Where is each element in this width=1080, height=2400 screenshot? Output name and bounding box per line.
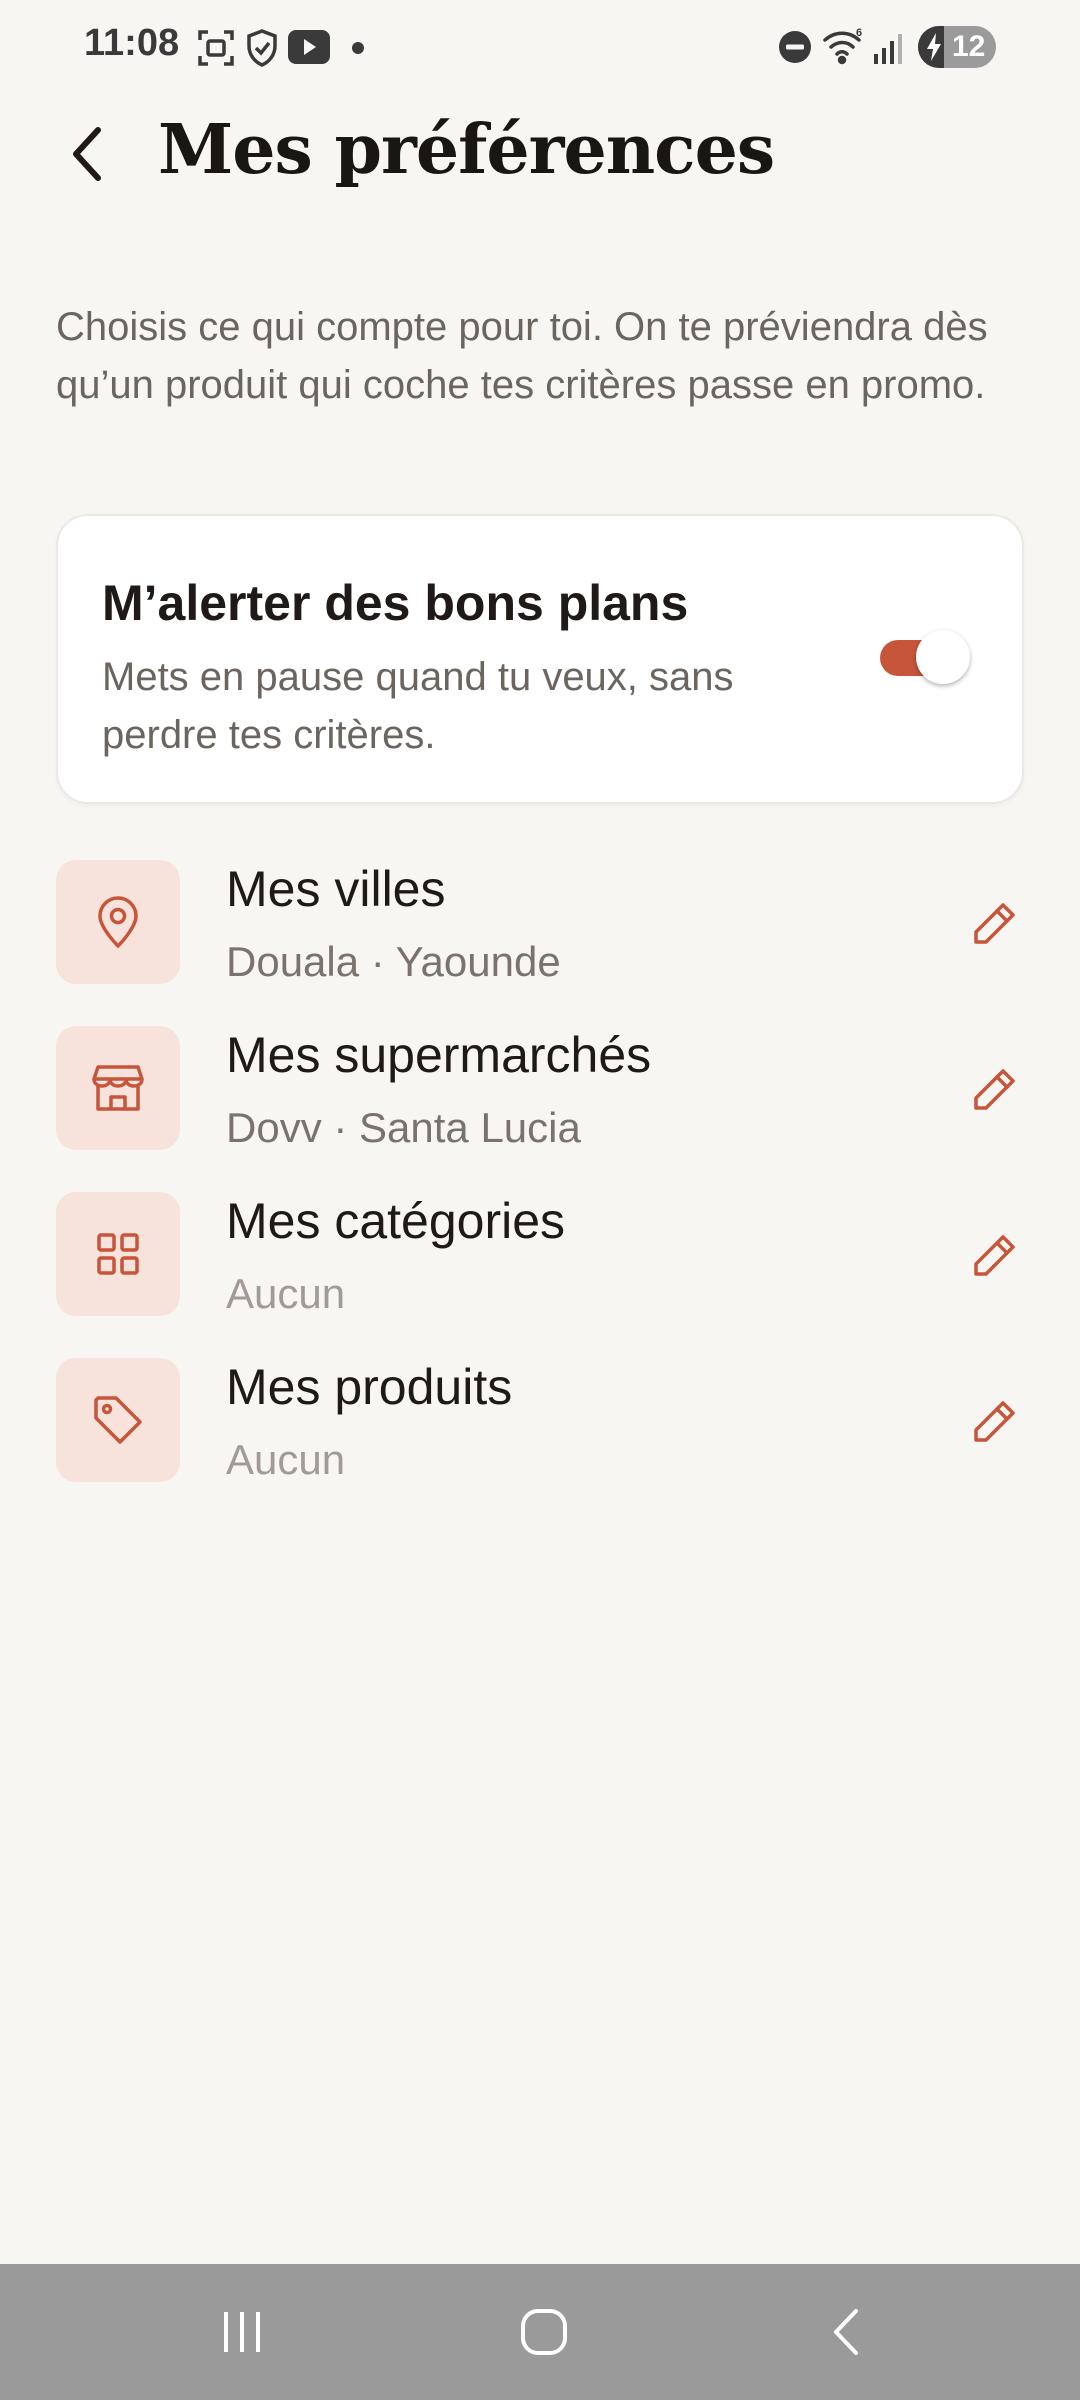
grid-icon [97, 1233, 139, 1275]
pref-title: Mes produits [226, 1359, 513, 1415]
pref-title: Mes villes [226, 861, 446, 917]
alert-description: Mets en pause quand tu veux, sans perdre… [102, 655, 734, 757]
pref-row-produits[interactable]: Mes produits Aucun [56, 1358, 1024, 1484]
wifi-icon: 6 [822, 26, 866, 70]
back-icon [834, 2309, 858, 2355]
intro-text: Choisis ce qui compte pour toi. On te pr… [56, 305, 988, 407]
pencil-icon [974, 903, 1015, 944]
shield-icon [244, 28, 280, 72]
do-not-disturb-icon [778, 30, 812, 68]
system-back-button[interactable] [786, 2292, 906, 2372]
tag-icon [94, 1396, 142, 1444]
svg-text:6: 6 [856, 27, 862, 39]
edit-categories-button[interactable] [964, 1226, 1024, 1286]
back-button[interactable] [56, 118, 120, 190]
pref-title: Mes supermarchés [226, 1027, 652, 1083]
recent-apps-icon [224, 2312, 260, 2352]
pencil-icon [974, 1401, 1015, 1442]
youtube-icon [288, 30, 330, 68]
pref-value: Aucun [226, 1436, 346, 1483]
notification-dot [352, 42, 364, 54]
pref-title: Mes catégories [226, 1193, 566, 1249]
alert-card: M’alerter des bons plans Mets en pause q… [56, 514, 1024, 804]
store-icon [92, 1065, 144, 1111]
pref-icon-box [56, 1358, 180, 1482]
pencil-icon [974, 1069, 1015, 1110]
battery-level: 12 [952, 30, 986, 63]
home-icon [521, 2309, 567, 2355]
toggle-knob [916, 630, 970, 684]
signal-icon [874, 30, 906, 68]
recent-apps-button[interactable] [182, 2292, 302, 2372]
screenshot-icon [196, 28, 236, 72]
status-time: 11:08 [84, 22, 180, 64]
alert-title: M’alerter des bons plans [102, 575, 689, 631]
edit-supermarches-button[interactable] [964, 1060, 1024, 1120]
pref-row-supermarches[interactable]: Mes supermarchés Dovv · Santa Lucia [56, 1026, 1024, 1152]
pref-row-villes[interactable]: Mes villes Douala · Yaounde [56, 860, 1024, 986]
pref-value: Douala · Yaounde [226, 938, 561, 985]
pencil-icon [974, 1235, 1015, 1276]
pref-value: Aucun [226, 1270, 346, 1317]
pref-icon-box [56, 1192, 180, 1316]
pref-row-categories[interactable]: Mes catégories Aucun [56, 1192, 1024, 1318]
status-bar: 11:08 6 12 [0, 0, 1080, 96]
home-button[interactable] [484, 2292, 604, 2372]
pref-icon-box [56, 1026, 180, 1150]
page-title: Mes préférences [158, 110, 775, 190]
pref-icon-box [56, 860, 180, 984]
alert-toggle[interactable] [876, 628, 970, 686]
battery-icon: 12 [918, 26, 996, 68]
pref-value: Dovv · Santa Lucia [226, 1104, 581, 1151]
location-pin-icon [98, 896, 138, 948]
edit-villes-button[interactable] [964, 894, 1024, 954]
navigation-bar [0, 2264, 1080, 2400]
edit-produits-button[interactable] [964, 1392, 1024, 1452]
chevron-left-icon [73, 127, 101, 181]
